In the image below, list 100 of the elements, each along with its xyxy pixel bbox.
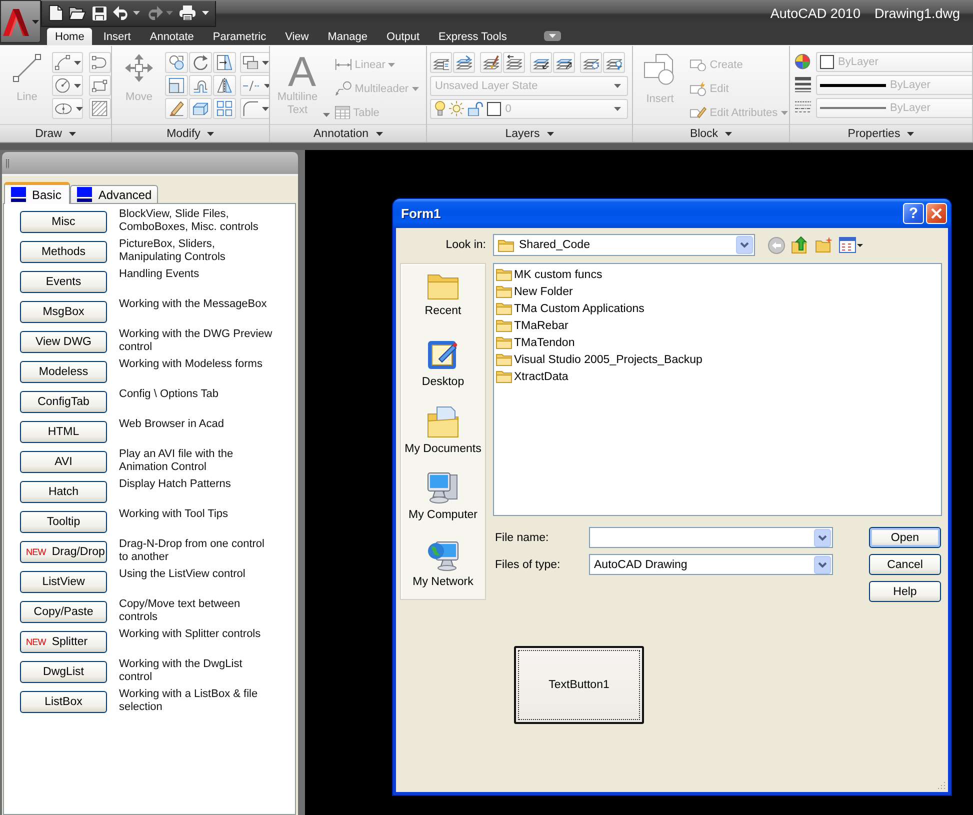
folder-list-item[interactable]: TMaRebar (496, 317, 570, 334)
places-item[interactable]: Desktop (401, 338, 485, 399)
undo-icon[interactable] (113, 6, 130, 20)
layer-tool-button[interactable] (453, 52, 475, 73)
move-arrows-icon (124, 53, 154, 83)
tool-button[interactable] (240, 52, 269, 73)
back-icon[interactable] (768, 236, 785, 254)
help-button[interactable]: ? (903, 203, 924, 224)
file-name-field[interactable] (589, 527, 833, 548)
file-type-dropdown[interactable]: AutoCAD Drawing (589, 554, 833, 575)
palette-tab[interactable]: Advanced (70, 185, 158, 203)
layer-tool-button[interactable] (553, 52, 575, 73)
folder-list-item[interactable]: MK custom funcs (496, 266, 604, 283)
panel-title-button[interactable]: Layers (427, 124, 632, 142)
sample-button[interactable]: ListBox (20, 691, 107, 713)
view-menu-icon[interactable] (839, 237, 863, 253)
save-icon[interactable] (92, 6, 107, 20)
ribbon-tab[interactable]: Parametric (204, 29, 274, 45)
caret-icon[interactable] (202, 11, 209, 15)
sample-button[interactable]: NEW Splitter (20, 631, 107, 653)
sample-description: Handling Events (119, 268, 200, 281)
sample-button[interactable]: AVI (20, 451, 107, 473)
grip-icon[interactable] (6, 158, 9, 168)
palette-tab[interactable]: Basic (4, 182, 70, 204)
dialog-button[interactable]: Open (869, 527, 941, 548)
places-item[interactable]: My Documents (401, 406, 485, 466)
ribbon-tab[interactable]: Output (378, 29, 428, 45)
open-folder-icon[interactable] (69, 6, 86, 20)
sample-button[interactable]: Events (20, 271, 107, 293)
tool-button[interactable] (213, 98, 236, 119)
layer-tool-button[interactable] (603, 52, 625, 73)
resize-grip-icon[interactable] (936, 780, 946, 790)
tool-button[interactable] (165, 75, 188, 96)
panel-title-button[interactable]: Draw (0, 124, 111, 142)
tool-button[interactable] (213, 52, 236, 73)
folder-list-item[interactable]: XtractData (496, 368, 570, 385)
sample-button[interactable]: View DWG (20, 331, 107, 353)
sample-button[interactable]: Tooltip (20, 511, 107, 533)
tool-button[interactable] (213, 75, 236, 96)
folder-list-item[interactable]: Visual Studio 2005_Projects_Backup (496, 351, 704, 368)
panel-title-button[interactable]: Properties (790, 124, 972, 142)
sample-button[interactable]: ListView (20, 571, 107, 593)
sample-button[interactable]: HTML (20, 421, 107, 443)
hatch-button[interactable] (89, 98, 111, 119)
folder-list-item[interactable]: TMa Custom Applications (496, 300, 646, 317)
ribbon-tab[interactable]: View (277, 29, 317, 45)
rectangle-button[interactable] (89, 75, 111, 96)
folder-list-item[interactable]: New Folder (496, 283, 575, 300)
caret-icon (780, 110, 788, 114)
tool-button[interactable] (189, 52, 212, 73)
layer-tool-button[interactable] (503, 52, 525, 73)
tool-button[interactable] (189, 98, 212, 119)
sample-button[interactable]: MsgBox (20, 301, 107, 323)
application-menu-button[interactable] (0, 0, 41, 43)
folder-list-item[interactable]: TMaTendon (496, 334, 577, 351)
collapse-ribbon-icon[interactable] (544, 31, 561, 41)
printer-icon[interactable] (179, 5, 196, 21)
layer-tool-button[interactable] (430, 52, 452, 73)
new-file-icon[interactable] (49, 5, 63, 21)
layer-tool-button[interactable] (530, 52, 552, 73)
arc-button[interactable] (89, 52, 111, 73)
panel-title-button[interactable]: Block (633, 124, 789, 142)
sample-button[interactable]: ConfigTab (20, 391, 107, 413)
sample-button[interactable]: Modeless (20, 361, 107, 383)
places-item[interactable]: My Computer (401, 472, 485, 532)
panel-title-button[interactable]: Modify (112, 124, 269, 142)
close-button[interactable] (926, 203, 947, 224)
sample-button[interactable]: Methods (20, 241, 107, 263)
new-folder-icon[interactable] (815, 237, 833, 253)
ribbon-tab[interactable]: Home (47, 28, 92, 45)
up-folder-icon[interactable] (791, 236, 809, 254)
tool-button[interactable] (189, 75, 212, 96)
caret-icon (264, 84, 269, 88)
dialog-button[interactable]: Cancel (869, 554, 941, 575)
caret-icon[interactable] (133, 11, 140, 15)
polyline-button[interactable] (52, 52, 83, 73)
places-item[interactable]: My Network (401, 539, 485, 599)
ribbon-tab[interactable]: Manage (320, 29, 376, 45)
sample-button[interactable]: Copy/Paste (20, 601, 107, 623)
tool-button[interactable] (240, 98, 269, 119)
ellipse-button[interactable] (52, 98, 83, 119)
circle-button[interactable] (52, 75, 83, 96)
tool-button[interactable] (240, 75, 269, 96)
sample-button[interactable]: NEW Drag/Drop (20, 541, 107, 563)
places-item[interactable]: Recent (401, 272, 485, 332)
ribbon-tab[interactable]: Insert (95, 29, 139, 45)
look-in-dropdown[interactable]: Shared_Code (493, 234, 755, 256)
ribbon-tab[interactable]: Express Tools (430, 29, 515, 45)
panel-title-button[interactable]: Annotation (270, 124, 426, 142)
text-button[interactable]: TextButton1 (514, 646, 644, 724)
sample-button[interactable]: Hatch (20, 481, 107, 503)
layer-tool-button[interactable] (580, 52, 602, 73)
sample-button[interactable]: DwgList (20, 661, 107, 683)
layer-tool-button[interactable] (480, 52, 502, 73)
tool-button[interactable] (165, 98, 188, 119)
ribbon-tab[interactable]: Annotate (142, 29, 202, 45)
tool-button[interactable] (165, 52, 188, 73)
folder-document-icon (427, 406, 459, 438)
sample-button[interactable]: Misc (20, 211, 107, 233)
dialog-button[interactable]: Help (869, 581, 941, 602)
